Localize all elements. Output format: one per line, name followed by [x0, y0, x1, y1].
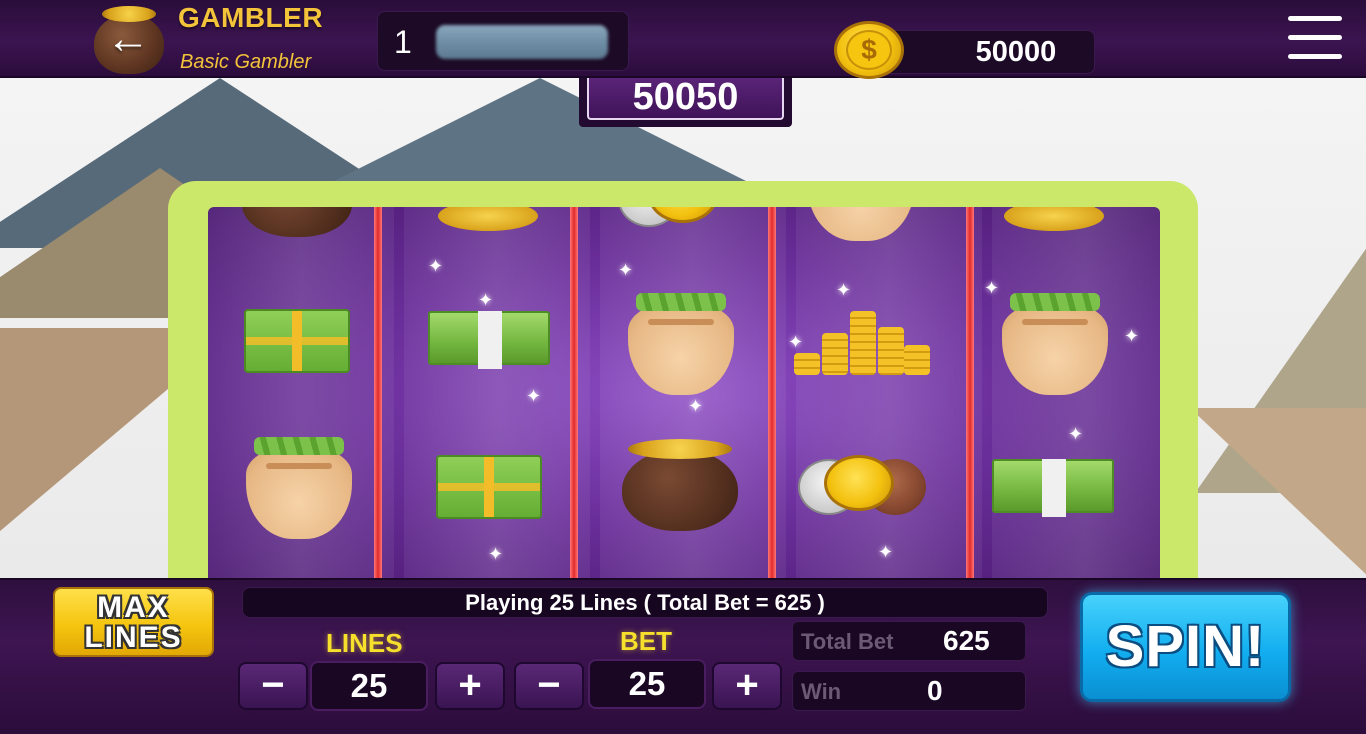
gold-coin-symbol — [824, 455, 894, 511]
dollar-symbol: $ — [846, 30, 892, 70]
cash-bundle-symbol — [244, 309, 350, 373]
back-arrow-icon: ← — [106, 14, 150, 63]
sparkle-icon: ✦ — [478, 290, 494, 310]
lines-label: LINES — [326, 628, 403, 658]
sparkle-icon: ✦ — [878, 542, 894, 562]
lines-increase-button[interactable]: + — [435, 662, 505, 710]
bet-label: BET — [620, 626, 672, 656]
sparkle-icon: ✦ — [788, 332, 804, 352]
spin-label: SPIN! — [1105, 614, 1266, 679]
reel-divider — [374, 207, 382, 579]
player-rank: Basic Gambler — [180, 51, 312, 73]
sparkle-icon: ✦ — [836, 280, 852, 300]
sparkle-icon: ✦ — [688, 396, 704, 416]
sparkle-icon: ✦ — [984, 278, 1000, 298]
total-bet-value: 625 — [943, 625, 990, 656]
back-button[interactable]: ← — [92, 4, 168, 76]
reel-area: ✦ ✦ ✦ ✦ ✦ ✦ ✦ ✦ ✦ ✦ ✦ ✦ — [208, 207, 1160, 579]
sparkle-icon: ✦ — [618, 260, 634, 280]
bet-value: 25 — [588, 659, 706, 709]
menu-button[interactable] — [1288, 16, 1346, 62]
player-title: GAMBLER — [178, 2, 324, 33]
cash-bundle-symbol — [436, 455, 542, 519]
lines-value: 25 — [310, 661, 428, 711]
reel-divider — [570, 207, 578, 579]
coin-balance: 50000 — [975, 36, 1057, 68]
win-box: Win 0 — [792, 671, 1026, 711]
total-bet-label: Total Bet — [801, 629, 894, 654]
jackpot-box: 50050 — [579, 78, 792, 127]
max-lines-label-1: MAX — [97, 591, 170, 624]
sparkle-icon: ✦ — [428, 256, 444, 276]
max-lines-button[interactable]: MAX LINES — [53, 587, 214, 657]
coin-balance-box: 50000 — [880, 30, 1095, 74]
bet-increase-button[interactable]: + — [712, 662, 782, 710]
money-bag-symbol — [628, 293, 734, 395]
cash-stack-symbol — [428, 311, 550, 369]
level-number: 1 — [394, 24, 412, 60]
win-value: 0 — [927, 675, 943, 706]
lines-decrease-button[interactable]: − — [238, 662, 308, 710]
jackpot-value: 50050 — [587, 78, 784, 120]
sparkle-icon: ✦ — [488, 544, 504, 564]
money-bag-symbol — [1002, 293, 1108, 395]
sparkle-icon: ✦ — [526, 386, 542, 406]
spin-button[interactable]: SPIN! — [1080, 592, 1291, 702]
coin-icon: $ — [834, 21, 904, 79]
hamburger-icon — [1288, 16, 1342, 21]
level-box: 1 — [377, 11, 629, 71]
coin-tower-symbol — [794, 305, 930, 375]
reel-divider — [966, 207, 974, 579]
max-lines-label-2: LINES — [84, 621, 183, 654]
cash-stack-symbol — [992, 459, 1114, 517]
money-bag-symbol — [246, 437, 352, 539]
pot-of-gold-symbol — [622, 439, 738, 531]
status-message: Playing 25 Lines ( Total Bet = 625 ) — [242, 587, 1048, 618]
sparkle-icon: ✦ — [1124, 326, 1140, 346]
sparkle-icon: ✦ — [1068, 424, 1084, 444]
reel-divider — [768, 207, 776, 579]
level-progress-bar — [436, 25, 608, 59]
win-label: Win — [801, 679, 842, 704]
total-bet-box: Total Bet 625 — [792, 621, 1026, 661]
bet-decrease-button[interactable]: − — [514, 662, 584, 710]
